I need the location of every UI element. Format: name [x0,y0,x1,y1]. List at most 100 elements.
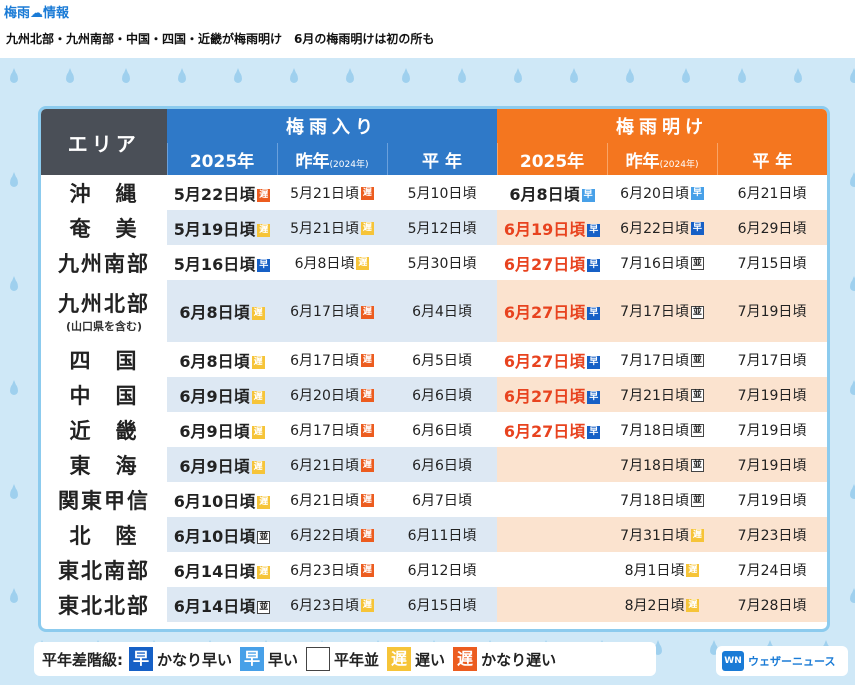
start-prev-header: 昨年(2024年) [276,143,387,175]
start-2025-cell: 6月8日頃遅 [167,342,277,377]
legend-badge-icon: 遅 [453,647,478,671]
deviation-badge-icon: 遅 [251,355,265,369]
start-prev-cell: 5月21日頃遅 [277,210,387,245]
raindrop-icon [850,380,855,395]
raindrop-icon [850,276,855,291]
start-2025-cell: 6月9日頃遅 [167,412,277,447]
deviation-badge-icon: 遅 [251,307,265,320]
date-value: 6月6日頃 [412,457,472,474]
area-label: 奄 美 [69,216,139,241]
area-name: 北 陸 [41,517,167,552]
end-avg-cell: 7月19日頃 [717,412,827,447]
deviation-badge-icon: 遅 [360,599,374,612]
date-value: 7月19日頃 [737,422,807,439]
area-name: 関東甲信 [41,482,167,517]
date-value: 7月28日頃 [737,597,807,614]
area-label: 東北北部 [58,593,150,618]
end-prev-cell: 7月17日頃並 [607,280,718,342]
end-2025-cell: 6月27日頃早 [497,412,607,447]
weathernews-logo[interactable]: WN ウェザーニュース [716,646,848,676]
end-prev-cell: 6月22日頃早 [607,210,718,245]
raindrop-icon [458,68,466,83]
end-prev-cell: 7月18日頃並 [607,412,717,447]
end-2025-cell [497,587,608,622]
raindrop-icon [10,68,18,83]
start-2025-cell: 6月8日頃遅 [167,280,277,342]
date-value: 7月19日頃 [737,492,807,509]
date-value: 6月8日頃 [294,255,355,272]
start-avg-cell: 5月10日頃 [387,175,497,210]
raindrop-icon [10,172,18,187]
raindrop-icon [514,68,522,83]
table-row: 九州北部 (山口県を含む) 6月8日頃遅 6月17日頃遅 6月4日頃 6月27日頃早 7月1… [41,280,827,342]
rainy-start-header: 梅雨入り [167,109,498,143]
raindrop-icon [402,68,410,83]
date-value: 7月18日頃 [620,492,689,509]
date-value: 6月27日頃 [503,351,586,371]
date-value: 6月23日頃 [290,597,359,614]
start-avg-cell: 6月4日頃 [387,280,498,342]
headline: 九州北部・九州南部・中国・四国・近畿が梅雨明け 6月の梅雨明けは初の所も [0,24,855,58]
deviation-badge-icon: 遅 [257,495,271,509]
raindrop-icon [290,68,298,83]
deviation-badge-icon: 並 [690,494,704,507]
table-row: 東北南部 6月14日頃遅 6月23日頃遅 6月12日頃 8月1日頃遅 7月24日頃 [41,552,827,587]
area-label: 東北南部 [58,558,150,583]
deviation-badge-icon: 早 [587,307,601,320]
date-value: 6月22日頃 [290,527,359,544]
date-value: 6月8日頃 [509,184,580,204]
legend-text: 早い [268,650,299,669]
deviation-badge-icon: 遅 [360,354,374,367]
legend-badge-icon: 早 [129,647,153,671]
legend-item: 並平年並 [306,647,379,671]
deviation-badge-icon: 遅 [686,564,700,577]
table-row: 北 陸 6月10日頃並 6月22日頃遅 6月11日頃 7月31日頃遅 7月23日頃 [41,517,827,552]
deviation-badge-icon: 早 [690,222,704,235]
end-2025-cell [497,517,608,552]
start-2025-cell: 5月16日頃早 [167,245,277,280]
deviation-badge-icon: 早 [587,390,601,404]
raindrop-icon [178,68,186,83]
raindrop-icon [346,68,354,83]
start-prev-label: 昨年 [295,151,330,172]
area-label: 沖 縄 [69,181,139,206]
end-2025-cell: 6月19日頃早 [497,210,608,245]
area-name: 沖 縄 [41,175,167,210]
deviation-badge-icon: 並 [257,530,271,544]
end-prev-header: 昨年(2024年) [606,143,718,175]
start-prev-cell: 6月17日頃遅 [277,342,387,377]
end-avg-cell: 7月19日頃 [717,280,827,342]
deviation-badge-icon: 遅 [360,459,374,472]
deviation-badge-icon: 遅 [257,565,271,579]
start-avg-cell: 6月5日頃 [387,342,497,377]
rainy-end-header: 梅雨明け [497,109,827,143]
raindrop-icon [850,172,855,187]
end-prev-cell: 8月1日頃遅 [607,552,717,587]
deviation-badge-icon: 遅 [360,529,374,542]
end-avg-cell: 7月23日頃 [717,517,827,552]
start-2025-cell: 6月10日頃並 [167,517,277,552]
legend-text: かなり遅い [481,650,557,669]
date-value: 5月16日頃 [173,254,256,274]
legend-text: かなり早い [157,650,233,669]
deviation-badge-icon: 遅 [360,564,374,577]
start-avg-cell: 6月7日頃 [387,482,497,517]
brand-title[interactable]: 梅雨☁情報 [4,2,69,21]
area-label: 近 畿 [69,418,139,443]
end-avg-cell: 7月24日頃 [717,552,827,587]
legend-badge-icon: 並 [306,647,331,671]
end-avg-cell: 6月21日頃 [717,175,827,210]
start-prev-cell: 5月21日頃遅 [277,175,387,210]
start-prev-cell: 6月17日頃遅 [277,280,387,342]
start-prev-year: (2024年) [329,159,369,170]
date-value: 6月4日頃 [412,304,472,320]
date-value: 6月12日頃 [407,562,477,579]
area-name: 奄 美 [41,210,167,245]
end-prev-cell: 7月31日頃遅 [607,517,718,552]
raindrop-icon [850,68,855,83]
end-avg-cell: 7月19日頃 [717,447,827,482]
legend-item: 早かなり早い [129,647,232,671]
start-avg-cell: 6月6日頃 [387,377,498,412]
table-row: 四 国 6月8日頃遅 6月17日頃遅 6月5日頃 6月27日頃早 7月17日頃並 7月17日… [41,342,827,377]
raindrop-icon [850,588,855,603]
